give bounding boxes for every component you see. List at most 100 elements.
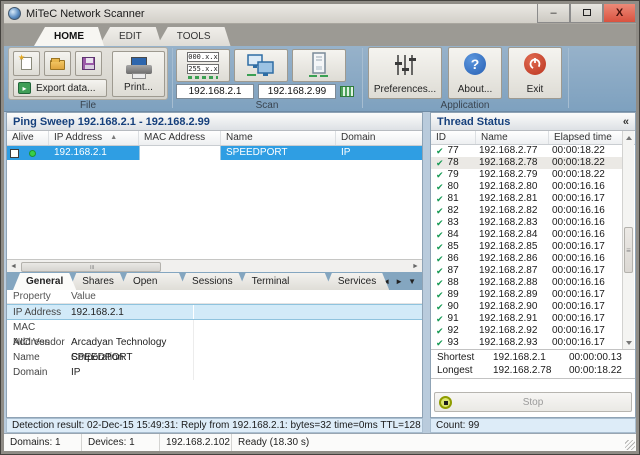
detail-tab-general[interactable]: General [13,273,76,290]
column-header-ip-address[interactable]: IP Address▲ [49,131,139,145]
thread-column-name[interactable]: Name [476,131,549,144]
tab-menu-icon[interactable]: ▼ [408,277,416,286]
file-group: ★ ▸ Export data... Print... [8,47,168,100]
scan-group-label: Scan [176,100,358,111]
property-row[interactable]: IP Address192.168.2.1 [7,304,422,320]
open-folder-icon [50,60,65,70]
thread-row[interactable]: ✔79192.168.2.7900:00:18.22 [431,169,623,181]
property-grid-body: IP Address192.168.2.1MAC AddressNIC Vend… [7,304,422,417]
scroll-right-icon[interactable]: ► [409,260,422,272]
column-header-name[interactable]: Name [221,131,336,145]
thread-row[interactable]: ✔89192.168.2.8900:00:16.17 [431,289,623,301]
app-window: MiTeC Network Scanner – X HOMEEDITTOOLS … [0,0,640,455]
ip-range-scan-button[interactable]: 000.x.x 255.x.x [176,49,230,82]
thread-row[interactable]: ✔85192.168.2.8500:00:16.17 [431,241,623,253]
thread-id: 84 [448,229,459,241]
property-row[interactable]: MAC Address [7,320,422,335]
group-separator [362,48,363,108]
horizontal-scrollbar[interactable]: ◄ ≡ ► [7,259,422,272]
thread-row[interactable]: ✔90192.168.2.9000:00:16.17 [431,301,623,313]
thread-id-cell: ✔80 [431,181,476,193]
thread-id: 81 [448,193,459,205]
scan-to-input[interactable] [258,84,336,99]
new-button[interactable]: ★ [13,51,40,76]
status-domains: Domains: 1 [4,434,82,451]
column-header-alive[interactable]: Alive [7,131,49,145]
thread-row[interactable]: ✔86192.168.2.8600:00:16.16 [431,253,623,265]
thread-name-cell: 192.168.2.86 [476,253,549,265]
property-name: NIC Vendor [7,335,69,350]
property-row[interactable]: NIC VendorArcadyan Technology Corporatio… [7,335,422,350]
thread-row[interactable]: ✔93192.168.2.9300:00:16.17 [431,337,623,349]
ribbon-tab-home[interactable]: HOME [34,27,104,46]
thread-elapsed-cell: 00:00:16.17 [549,337,623,349]
detail-tab-terminal-sessions[interactable]: Terminal Sessions [239,273,332,290]
value-column-header[interactable]: Value [69,290,422,303]
group-separator [172,48,173,108]
preferences-button[interactable]: Preferences... [368,47,442,99]
thread-row[interactable]: ✔84192.168.2.8400:00:16.16 [431,229,623,241]
thread-status-panel: Thread Status « IDNameElapsed time ✔7719… [430,112,636,418]
scan-from-input[interactable] [176,84,254,99]
property-row[interactable]: NameSPEEDPORT [7,350,422,365]
alive-checkbox[interactable] [10,149,19,158]
export-data-button[interactable]: ▸ Export data... [13,79,107,97]
ribbon-tab-edit[interactable]: EDIT [99,27,162,46]
print-button[interactable]: Print... [112,51,165,97]
thread-row[interactable]: ✔88192.168.2.8800:00:16.16 [431,277,623,289]
alive-cell [7,146,49,160]
thread-id: 86 [448,253,459,265]
thread-scrollbar-thumb[interactable]: ≡ [624,227,633,273]
window-title: MiTeC Network Scanner [26,8,145,20]
stop-button[interactable]: Stop [434,392,632,412]
thread-row[interactable]: ✔80192.168.2.8000:00:16.16 [431,181,623,193]
adapter-icon[interactable] [340,86,354,97]
host-scan-button[interactable] [292,49,346,82]
open-button[interactable] [44,51,71,76]
ribbon-tab-tools[interactable]: TOOLS [157,27,231,46]
thread-scrollbar[interactable]: ≡ [622,131,634,349]
network-scan-button[interactable] [234,49,288,82]
thread-elapsed-cell: 00:00:18.22 [549,157,623,169]
about-button[interactable]: ? About... [448,47,502,99]
detail-tab-open-files[interactable]: Open Files [120,273,186,290]
minimize-button[interactable]: – [537,4,570,23]
maximize-button[interactable] [570,4,603,23]
thread-row[interactable]: ✔81192.168.2.8100:00:16.17 [431,193,623,205]
thread-row[interactable]: ✔91192.168.2.9100:00:16.17 [431,313,623,325]
ip-cell: 192.168.2.1 [49,146,139,160]
scroll-down-icon[interactable] [624,337,634,348]
success-check-icon: ✔ [436,193,444,205]
scroll-up-icon[interactable] [624,132,634,143]
column-header-mac-address[interactable]: MAC Address [139,131,221,145]
thread-row[interactable]: ✔78192.168.2.7800:00:18.22 [431,157,623,169]
thread-name-cell: 192.168.2.92 [476,325,549,337]
detail-tab-sessions[interactable]: Sessions [179,273,246,290]
detail-tab-shares[interactable]: Shares [69,273,127,290]
tab-next-icon[interactable]: ► [395,277,403,286]
thread-column-elapsed-time[interactable]: Elapsed time [549,131,623,144]
collapse-panel-icon[interactable]: « [623,116,629,128]
save-button[interactable] [75,51,102,76]
network-computers-icon [246,53,276,79]
resize-grip[interactable] [625,440,635,450]
thread-row[interactable]: ✔82192.168.2.8200:00:16.16 [431,205,623,217]
detail-tab-services[interactable]: Services [325,273,389,290]
column-header-domain[interactable]: Domain [336,131,422,145]
success-check-icon: ✔ [436,229,444,241]
property-column-header[interactable]: Property [7,290,69,303]
host-row[interactable]: 192.168.2.1SPEEDPORTIP [7,146,422,160]
property-row[interactable]: DomainIP [7,365,422,380]
thread-row[interactable]: ✔83192.168.2.8300:00:16.16 [431,217,623,229]
thread-row[interactable]: ✔92192.168.2.9200:00:16.17 [431,325,623,337]
property-name: Domain [7,365,69,380]
thread-row[interactable]: ✔77192.168.2.7700:00:18.22 [431,145,623,157]
thread-id-cell: ✔86 [431,253,476,265]
thread-row[interactable]: ✔87192.168.2.8700:00:16.17 [431,265,623,277]
thread-column-id[interactable]: ID [431,131,476,144]
scrollbar-thumb[interactable]: ≡ [21,262,161,272]
stop-icon [439,396,452,409]
close-button[interactable]: X [603,4,636,23]
scroll-left-icon[interactable]: ◄ [7,260,20,272]
exit-button[interactable]: Exit [508,47,562,99]
